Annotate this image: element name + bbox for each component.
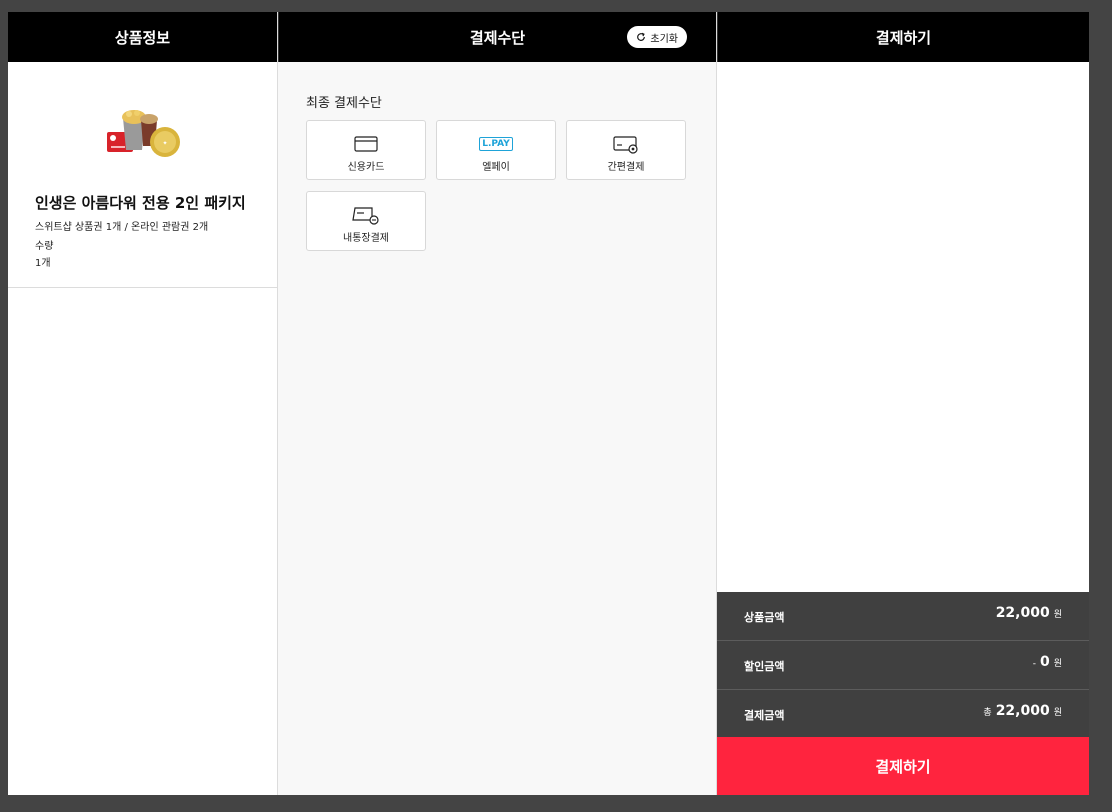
payment-amount-label: 결제금액 xyxy=(744,709,785,722)
product-image: ✦ xyxy=(107,110,180,157)
lpay-logo-icon: L.PAY xyxy=(479,137,513,151)
method-credit-card[interactable]: 신용카드 xyxy=(306,120,426,180)
product-amount-unit: 원 xyxy=(1053,610,1062,620)
method-label: 간편결제 xyxy=(607,162,645,173)
quantity-label: 수량 xyxy=(35,241,54,252)
credit-card-icon xyxy=(354,136,378,152)
refresh-icon xyxy=(637,32,646,41)
quantity-value: 1개 xyxy=(35,258,51,269)
product-amount-value: 22,000 xyxy=(995,605,1050,621)
product-description: 스위트샵 상품권 1개 / 온라인 관람권 2개 xyxy=(35,222,209,233)
final-payment-method-title: 최종 결제수단 xyxy=(306,96,382,111)
product-info-column: 상품정보 ✦ 인생은 아름다워 전용 2인 패키지 스위트샵 상품권 1개 / … xyxy=(8,12,278,795)
payment-method-header: 결제수단 초기화 xyxy=(278,12,716,62)
product-amount-label: 상품금액 xyxy=(744,611,785,624)
payment-amount-row: 결제금액 총 22,000 원 xyxy=(717,689,1089,737)
reset-button[interactable]: 초기화 xyxy=(627,26,687,48)
method-bank-account[interactable]: 내통장결제 xyxy=(306,191,426,251)
discount-amount-label: 할인금액 xyxy=(744,660,785,673)
product-info-header: 상품정보 xyxy=(8,12,277,62)
bank-account-icon xyxy=(352,207,379,225)
payment-method-column: 결제수단 초기화 최종 결제수단 신용카드 L.PAY 엘페이 간편결제 내통장… xyxy=(278,12,717,795)
product-info-title: 상품정보 xyxy=(114,28,171,47)
payment-amount-value: 22,000 xyxy=(995,703,1050,719)
checkout-header: 결제하기 xyxy=(717,12,1089,62)
payment-method-title: 결제수단 xyxy=(469,28,526,47)
reset-label: 초기화 xyxy=(650,33,678,45)
discount-amount-prefix: - xyxy=(1032,659,1036,669)
discount-amount-row: 할인금액 - 0 원 xyxy=(717,640,1089,689)
discount-amount-value: 0 xyxy=(1039,654,1050,670)
method-lpay[interactable]: L.PAY 엘페이 xyxy=(436,120,556,180)
method-simple-pay[interactable]: 간편결제 xyxy=(566,120,686,180)
product-card: ✦ 인생은 아름다워 전용 2인 패키지 스위트샵 상품권 1개 / 온라인 관… xyxy=(8,62,277,288)
simple-pay-icon xyxy=(613,136,638,154)
payment-amount-unit: 원 xyxy=(1053,708,1062,718)
product-amount-row: 상품금액 22,000 원 xyxy=(717,592,1089,640)
method-label: 내통장결제 xyxy=(343,233,389,244)
method-label: 신용카드 xyxy=(347,162,385,173)
method-label: 엘페이 xyxy=(482,162,510,173)
discount-amount-unit: 원 xyxy=(1053,659,1062,669)
checkout-column: 결제하기 상품금액 22,000 원 할인금액 - 0 원 결제금액 총 22,… xyxy=(717,12,1089,795)
payment-amount-prefix: 총 xyxy=(983,708,992,718)
payment-window: 상품정보 ✦ 인생은 아름다워 전용 2인 패키지 스위트샵 상품권 1개 / … xyxy=(8,12,1089,795)
checkout-title: 결제하기 xyxy=(875,28,932,47)
pay-button[interactable]: 결제하기 xyxy=(717,737,1089,795)
svg-text:✦: ✦ xyxy=(162,140,167,147)
product-name: 인생은 아름다워 전용 2인 패키지 xyxy=(35,194,246,212)
